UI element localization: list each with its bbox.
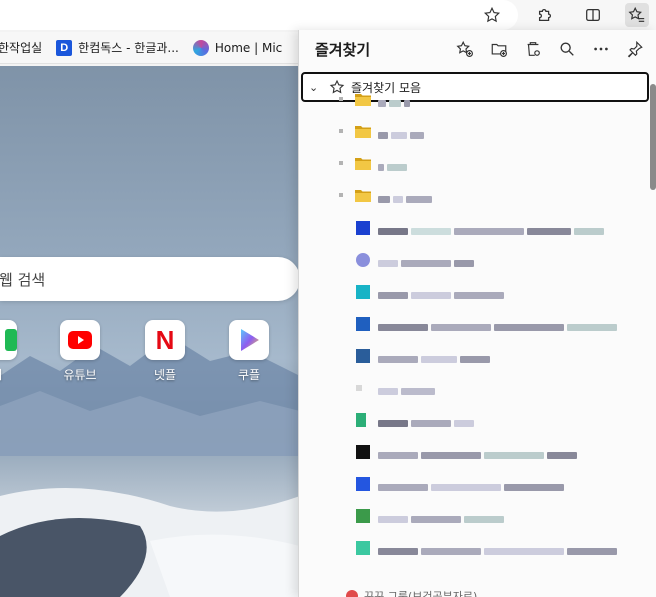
favorite-folder-row[interactable]	[298, 84, 640, 116]
pin-icon[interactable]	[622, 36, 648, 62]
site-favicon-icon	[356, 445, 370, 459]
tile-label: 버	[0, 366, 22, 383]
favorite-link-row[interactable]	[298, 308, 640, 340]
panel-title: 즐겨찾기	[315, 40, 371, 59]
manage-favorites-icon[interactable]	[520, 36, 546, 62]
web-search-input[interactable]: 웹 검색	[0, 257, 300, 301]
favbar-item-label: 한작업실	[0, 41, 43, 55]
favorite-link-row[interactable]	[298, 244, 640, 276]
site-favicon-icon	[356, 221, 370, 235]
tile-youtube[interactable]: 유튜브	[55, 320, 105, 383]
favbar-item-2[interactable]: D 한컴독스 - 한글과...	[56, 39, 179, 56]
site-favicon-icon	[346, 590, 358, 597]
folder-icon	[355, 190, 371, 202]
favorite-link-row[interactable]	[298, 532, 640, 564]
tile-1[interactable]: 버	[0, 320, 22, 383]
netflix-icon: N	[145, 320, 185, 360]
favorites-panel-header: 즐겨찾기	[299, 30, 656, 68]
add-favorite-icon[interactable]	[452, 36, 478, 62]
favorites-icon[interactable]	[625, 3, 649, 27]
folder-icon	[355, 94, 371, 106]
address-bar[interactable]	[0, 0, 518, 30]
favorites-list	[298, 84, 640, 564]
favorite-link-row[interactable]	[298, 340, 640, 372]
favorites-bar: 한작업실 D 한컴독스 - 한글과... Home | Mic	[0, 32, 300, 64]
tile-label: 유튜브	[63, 368, 97, 382]
browser-toolbar	[0, 0, 656, 30]
favorite-link-row[interactable]	[298, 436, 640, 468]
folder-icon	[355, 126, 371, 138]
extensions-puzzle-icon[interactable]	[533, 3, 557, 27]
favorite-folder-row[interactable]	[298, 148, 640, 180]
favorite-link-row[interactable]	[298, 212, 640, 244]
site-favicon-icon	[356, 541, 370, 555]
favorite-link-row[interactable]	[298, 372, 640, 404]
coupang-play-icon	[229, 320, 269, 360]
search-placeholder: 웹 검색	[0, 270, 46, 289]
favorite-link-row[interactable]	[298, 276, 640, 308]
docs-d-icon: D	[56, 39, 73, 56]
tile-label: 쿠플	[237, 368, 261, 382]
favbar-item-3[interactable]: Home | Mic	[192, 39, 283, 56]
favbar-item-1[interactable]: 한작업실	[0, 39, 42, 56]
microsoft-365-icon	[192, 39, 209, 56]
panel-scrollbar[interactable]	[650, 84, 656, 190]
more-icon[interactable]	[588, 36, 614, 62]
youtube-icon	[60, 320, 100, 360]
tile-label: 넷플	[153, 368, 177, 382]
site-favicon-icon	[356, 509, 370, 523]
favorite-link-row[interactable]	[298, 500, 640, 532]
site-favicon-icon	[356, 385, 362, 391]
favorite-link-row[interactable]	[298, 468, 640, 500]
site-favicon-icon	[356, 253, 370, 267]
site-favicon-icon	[356, 285, 370, 299]
site-favicon-icon	[356, 477, 370, 491]
favbar-item-label: 한컴독스 - 한글과...	[78, 41, 179, 55]
star-outline-icon[interactable]	[480, 3, 504, 27]
site-favicon-icon	[356, 317, 370, 331]
favorite-folder-row[interactable]	[298, 116, 640, 148]
favorite-link-row[interactable]: 꾸꾸 그룹(보건공부자료)	[346, 588, 477, 597]
tile-netflix[interactable]: N 넷플	[140, 320, 190, 383]
add-folder-icon[interactable]	[486, 36, 512, 62]
split-screen-icon[interactable]	[581, 3, 605, 27]
snow-background	[0, 488, 300, 597]
new-tab-page: 웹 검색 버 유튜브 N 넷플 쿠플	[0, 66, 300, 597]
site-favicon-icon	[356, 413, 366, 427]
favorite-link-label: 꾸꾸 그룹(보건공부자료)	[364, 590, 478, 597]
tile-coupang-play[interactable]: 쿠플	[224, 320, 274, 383]
favorite-folder-row[interactable]	[298, 180, 640, 212]
green-app-icon	[0, 320, 17, 360]
folder-icon	[355, 158, 371, 170]
favbar-item-label: Home | Mic	[214, 40, 283, 55]
favorite-link-row[interactable]	[298, 404, 640, 436]
search-icon[interactable]	[554, 36, 580, 62]
site-favicon-icon	[356, 349, 370, 363]
